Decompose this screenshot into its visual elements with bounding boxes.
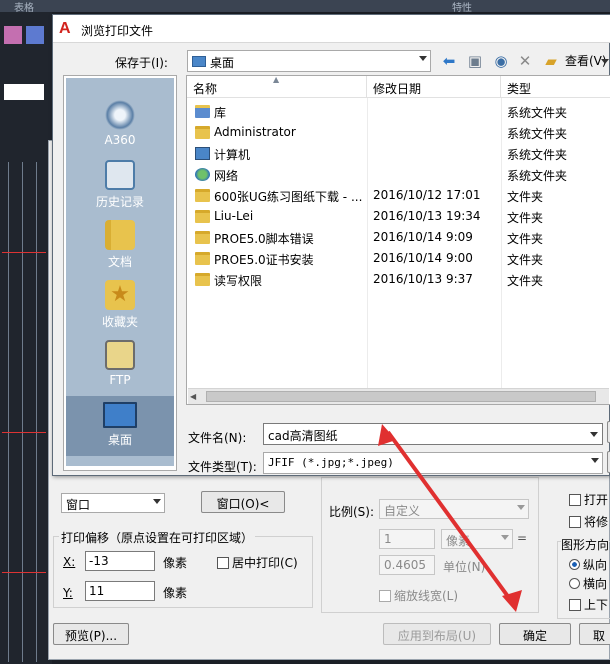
annotation-arrow-head-top xyxy=(378,424,396,446)
annotation-arrow xyxy=(378,424,522,612)
annotation-arrow-line xyxy=(386,430,514,604)
